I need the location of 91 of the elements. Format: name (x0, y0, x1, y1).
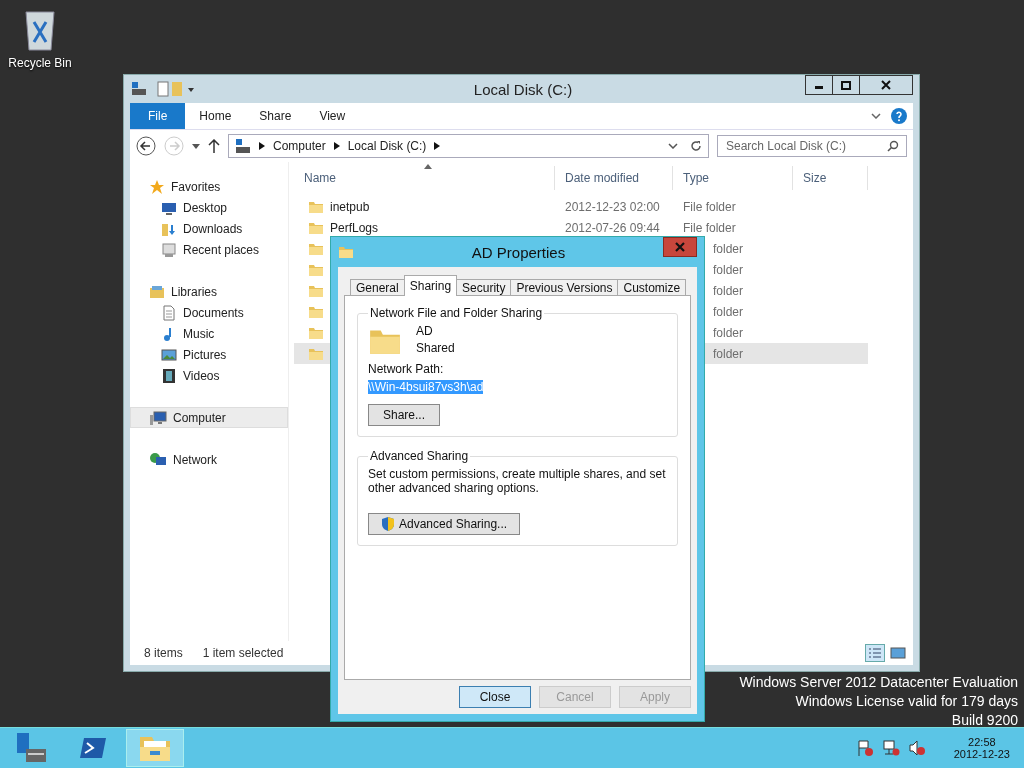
folder-name: AD (416, 324, 434, 338)
type-cell: folder (713, 304, 744, 319)
navigation-item[interactable]: Favorites (130, 176, 288, 197)
thumbnail-view-icon[interactable] (889, 644, 907, 662)
library-icon (149, 283, 165, 300)
dialog-button[interactable]: Close (459, 686, 531, 708)
license-notice: Windows Server 2012 Datacenter Evaluation (739, 674, 1018, 690)
type-cell: folder (713, 262, 744, 277)
chevron-down-icon[interactable] (871, 113, 881, 119)
license-notice: Build 9200 (951, 712, 1018, 728)
type-cell: folder (713, 241, 744, 256)
dialog-tab[interactable]: General (350, 279, 405, 296)
date-cell: 2012-07-26 09:44 (565, 220, 660, 235)
column-header[interactable]: Size (793, 166, 868, 190)
search-icon (887, 140, 899, 152)
navigation-item[interactable]: Music (130, 323, 288, 344)
chevron-down-icon[interactable] (668, 143, 678, 149)
navigation-item[interactable]: Computer (130, 407, 288, 428)
powershell-icon (78, 736, 108, 760)
group-heading: Network File and Folder Sharing (369, 306, 544, 320)
network-status-icon[interactable] (881, 739, 900, 757)
network-path-label: Network Path: (368, 362, 444, 376)
navigation-item[interactable]: Pictures (130, 344, 288, 365)
ribbon-tab[interactable]: Home (185, 103, 246, 129)
type-cell: folder (713, 325, 744, 340)
refresh-icon[interactable] (690, 140, 702, 152)
ribbon-tab[interactable]: Share (245, 103, 306, 129)
back-icon[interactable] (136, 136, 156, 156)
navigation-item[interactable]: Recent places (130, 239, 288, 260)
film-icon (161, 367, 177, 384)
star-icon (149, 178, 165, 195)
network-icon (149, 451, 167, 468)
speaker-icon[interactable] (907, 739, 926, 757)
breadcrumb[interactable]: Computer (273, 139, 326, 153)
dialog-title: AD Properties (470, 243, 567, 261)
share-status: Shared (416, 341, 455, 355)
chevron-right-icon (333, 142, 340, 150)
flag-icon[interactable] (855, 739, 874, 757)
breadcrumb[interactable]: Local Disk (C:) (347, 139, 427, 153)
document-icon (161, 304, 177, 321)
navigation-item[interactable]: Libraries (130, 281, 288, 302)
navigation-item[interactable]: Downloads (130, 218, 288, 239)
group-heading: Advanced Sharing (369, 449, 470, 463)
server-toolbox-icon (14, 731, 48, 765)
navigation-item[interactable]: Videos (130, 365, 288, 386)
column-header[interactable]: Date modified (555, 166, 673, 190)
search-field[interactable]: Search Local Disk (C:) (717, 135, 907, 157)
column-header[interactable]: Name (294, 166, 555, 190)
clock[interactable]: 22:58 2012-12-23 (953, 736, 1010, 760)
navigation-item[interactable]: Network (130, 449, 288, 470)
advanced-sharing-button[interactable]: Advanced Sharing... (368, 513, 521, 535)
drive-icon (235, 138, 251, 154)
help-icon[interactable] (891, 108, 907, 124)
dialog-tab[interactable]: Security (456, 279, 512, 296)
file-name[interactable]: PerfLogs (330, 220, 379, 235)
description: Set custom permissions, create multiple shares, and set other advanced sharing options. (368, 467, 667, 495)
dialog-tab[interactable]: Customize (617, 279, 687, 296)
file-name[interactable]: inetpub (330, 199, 370, 214)
close-icon (881, 80, 891, 90)
item-count: 8 items (144, 646, 183, 660)
picture-icon (161, 346, 177, 363)
ribbon-tab[interactable]: View (305, 103, 360, 129)
type-cell: folder (713, 283, 744, 298)
type-cell: File folder (683, 199, 736, 214)
type-cell: folder (713, 346, 744, 361)
close-button[interactable] (859, 75, 913, 95)
chevron-right-icon (434, 142, 441, 150)
up-arrow-icon[interactable] (208, 139, 220, 153)
selection-count: 1 item selected (202, 646, 284, 660)
minimize-button[interactable] (805, 75, 833, 95)
computer-icon (149, 409, 167, 426)
type-cell: File folder (683, 220, 736, 235)
maximize-icon (841, 80, 851, 90)
dropdown-arrow-icon[interactable] (192, 143, 200, 149)
license-notice: Windows License valid for 179 days (795, 693, 1018, 709)
close-icon (675, 242, 685, 252)
chevron-right-icon (259, 142, 265, 150)
date-cell: 2012-12-23 02:00 (565, 199, 660, 214)
navigation-item[interactable]: Desktop (130, 197, 288, 218)
share-button[interactable]: Share... (368, 404, 440, 426)
column-header[interactable]: Type (673, 166, 793, 190)
folder-icon (338, 244, 354, 260)
navigation-item[interactable]: Documents (130, 302, 288, 323)
file-menu-button[interactable]: File (130, 103, 186, 129)
dialog-tab[interactable]: Sharing (403, 275, 458, 296)
address-bar[interactable]: Computer Local Disk (C:) (228, 134, 709, 158)
shield-icon (381, 516, 395, 532)
window-title: Local Disk (C:) (472, 80, 574, 98)
maximize-button[interactable] (832, 75, 860, 95)
recent-places-icon (161, 241, 177, 258)
desktop-icon-label[interactable]: Recycle Bin (8, 56, 72, 70)
